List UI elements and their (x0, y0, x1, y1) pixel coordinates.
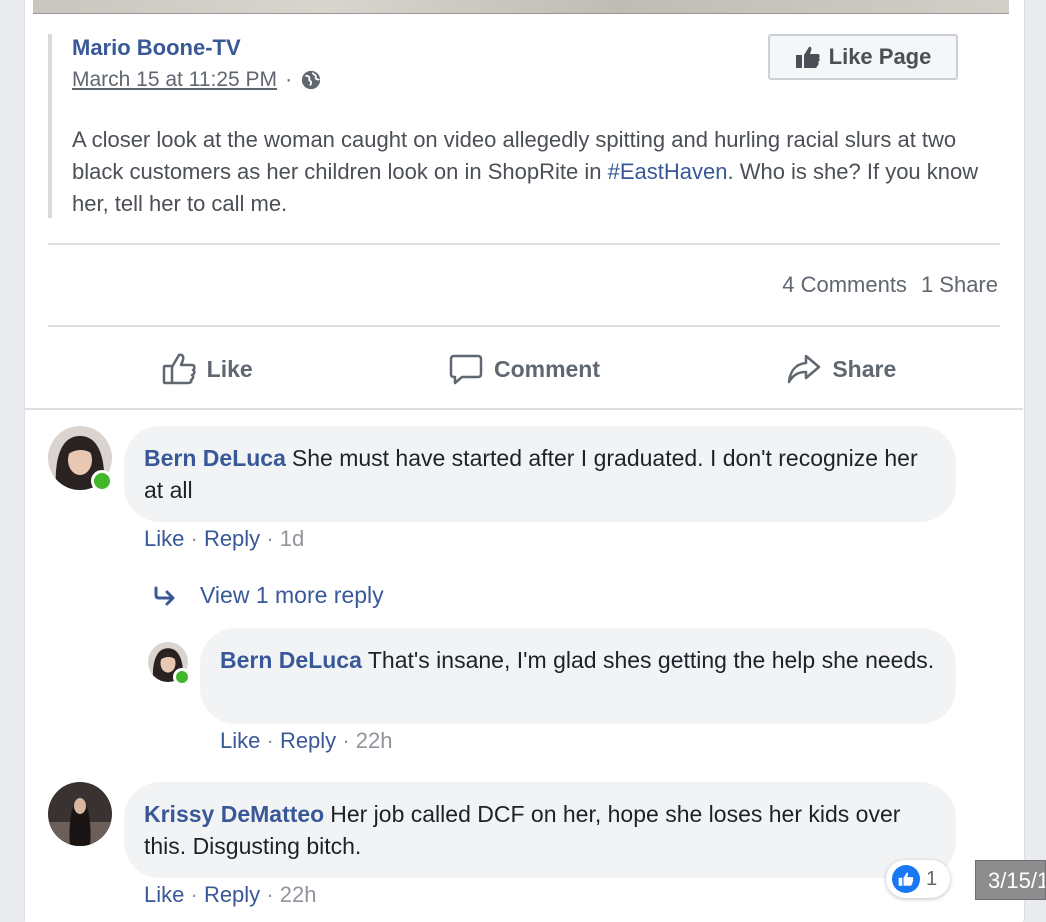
view-more-label: View 1 more reply (200, 582, 384, 608)
comment-time[interactable]: 22h (280, 882, 317, 907)
online-status-indicator (91, 470, 113, 492)
date-overlay: 3/15/1 (975, 860, 1046, 900)
view-more-replies[interactable]: View 1 more reply (152, 582, 384, 609)
comment-label: Comment (493, 355, 601, 382)
comment-like-link[interactable]: Like (144, 526, 184, 551)
comment-like-link[interactable]: Like (144, 882, 184, 907)
comment-actions: Like · Reply · 1d (144, 526, 305, 551)
comment-reply-link[interactable]: Reply (204, 882, 260, 907)
comment-button[interactable]: Comment (365, 340, 682, 398)
like-page-label: Like Page (828, 44, 932, 69)
post-author[interactable]: Mario Boone-TV (72, 35, 241, 61)
like-label: Like (206, 355, 253, 382)
comment-time[interactable]: 1d (280, 526, 304, 551)
reaction-count-badge[interactable]: 1 (886, 860, 950, 898)
post-date[interactable]: March 15 at 11:25 PM (72, 68, 277, 92)
reaction-count: 1 (926, 867, 938, 890)
like-reaction-icon (892, 865, 920, 893)
post-action-bar: Like Comment Share (48, 340, 1000, 398)
engagement-counts: 4 Comments 1 Share (782, 272, 998, 298)
comment-bubble: Krissy DeMatteo Her job called DCF on her… (124, 782, 956, 878)
profile-photo (48, 782, 112, 846)
reply-text: That's insane, I'm glad shes getting the… (367, 647, 935, 673)
comment-author[interactable]: Krissy DeMatteo (144, 801, 324, 827)
video-thumbnail-edge[interactable] (33, 0, 1009, 14)
reply-actions: Like · Reply · 22h (220, 728, 393, 753)
globe-icon (301, 70, 321, 90)
reply-author[interactable]: Bern DeLuca (220, 647, 362, 673)
share-button[interactable]: Share (683, 340, 1000, 398)
meta-separator: · (285, 68, 293, 91)
post-meta: March 15 at 11:25 PM · (72, 68, 322, 92)
comment-author[interactable]: Bern DeLuca (144, 445, 286, 471)
shares-count[interactable]: 1 Share (921, 272, 998, 298)
comment-actions: Like · Reply · 22h (144, 882, 317, 907)
thumbs-up-icon (795, 46, 820, 68)
reply-like-link[interactable]: Like (220, 728, 260, 753)
reply-time[interactable]: 22h (356, 728, 393, 753)
reply-bubble: Bern DeLuca That's insane, I'm glad shes … (200, 628, 956, 724)
online-status-indicator (173, 668, 191, 686)
divider (48, 325, 1000, 327)
comments-count[interactable]: 4 Comments (782, 272, 907, 298)
hashtag-link[interactable]: #EastHaven (608, 159, 728, 184)
reply-reply-link[interactable]: Reply (280, 728, 336, 753)
share-arrow-icon (788, 354, 821, 384)
speech-bubble-icon (449, 354, 483, 385)
divider (48, 243, 1000, 245)
like-button[interactable]: Like (48, 340, 365, 398)
share-label: Share (832, 355, 897, 382)
thumbs-up-outline-icon (162, 353, 196, 385)
comment-bubble: Bern DeLuca She must have started after I… (124, 426, 956, 522)
avatar[interactable] (48, 782, 112, 846)
post-text: A closer look at the woman caught on vid… (72, 124, 992, 220)
reply-arrow-icon (154, 586, 175, 605)
like-page-button[interactable]: Like Page (768, 34, 958, 80)
comment-reply-link[interactable]: Reply (204, 526, 260, 551)
